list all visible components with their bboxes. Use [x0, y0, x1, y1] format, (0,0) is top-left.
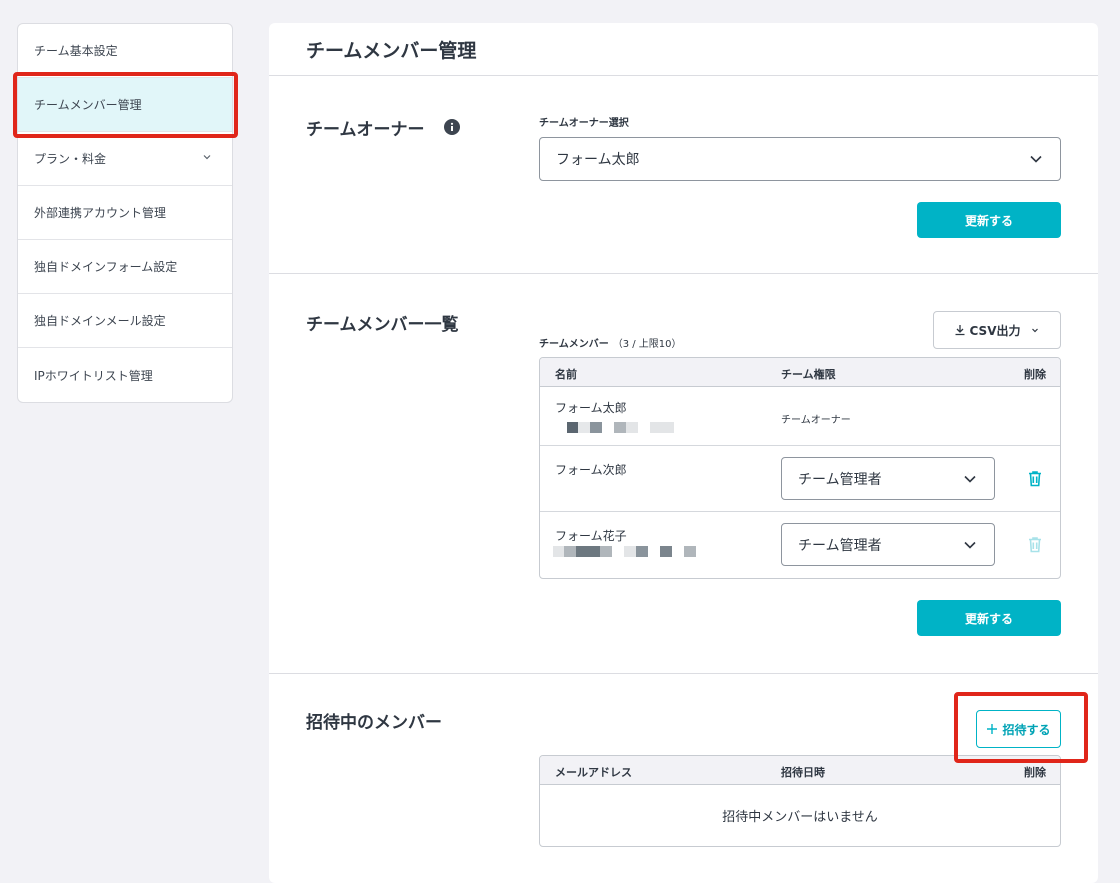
download-icon	[955, 325, 965, 336]
trash-icon[interactable]	[1027, 470, 1043, 487]
info-icon[interactable]	[444, 119, 460, 135]
members-table: 名前 チーム権限 削除 フォーム太郎 チームオーナー フォーム次郎 チーム管理者	[539, 357, 1061, 579]
empty-message: 招待中メンバーはいません	[722, 810, 878, 825]
sidebar-item-plan-pricing[interactable]: プラン・料金	[18, 132, 232, 186]
table-header: 名前 チーム権限 削除	[540, 358, 1060, 387]
members-count: （3 / 上限10）	[612, 339, 682, 350]
sidebar-item-custom-domain-mail[interactable]: 独自ドメインメール設定	[18, 294, 232, 348]
role-select-value: チーム管理者	[798, 471, 882, 488]
sidebar-item-label: 外部連携アカウント管理	[34, 206, 167, 220]
members-table-title: チームメンバー	[539, 339, 609, 350]
owner-select[interactable]: フォーム太郎	[539, 137, 1061, 181]
trash-icon[interactable]	[1027, 536, 1043, 553]
chevron-down-icon	[1030, 155, 1042, 163]
masked-email	[555, 422, 685, 433]
column-header-delete: 削除	[1024, 368, 1046, 381]
table-row: フォーム花子 チーム管理者	[540, 512, 1060, 578]
sidebar-item-label: チーム基本設定	[34, 44, 118, 58]
sidebar-item-label: プラン・料金	[34, 152, 107, 166]
highlight-box-sidebar	[13, 72, 238, 138]
section-title-owner: チームオーナー	[306, 120, 425, 140]
divider	[269, 75, 1098, 76]
divider	[269, 673, 1098, 674]
chevron-down-icon	[203, 155, 211, 160]
member-role: チームオーナー	[781, 415, 851, 426]
chevron-down-icon	[964, 541, 976, 549]
csv-export-button[interactable]: CSV出力	[933, 311, 1061, 349]
sidebar-item-external-accounts[interactable]: 外部連携アカウント管理	[18, 186, 232, 240]
sidebar-item-label: 独自ドメインメール設定	[34, 314, 166, 328]
member-name: フォーム次郎	[555, 463, 627, 477]
chevron-down-icon	[964, 475, 976, 483]
sidebar-item-label: 独自ドメインフォーム設定	[34, 260, 178, 274]
chevron-down-icon	[1032, 328, 1039, 333]
column-header-name: 名前	[555, 368, 577, 381]
column-header-email: メールアドレス	[555, 766, 632, 779]
section-title-invited: 招待中のメンバー	[306, 713, 442, 733]
column-header-date: 招待日時	[781, 766, 825, 779]
table-row: フォーム次郎 チーム管理者	[540, 446, 1060, 512]
sidebar-item-team-basic-settings[interactable]: チーム基本設定	[18, 24, 232, 78]
member-name: フォーム花子	[555, 529, 627, 543]
section-title-members: チームメンバー一覧	[306, 315, 459, 335]
masked-email	[553, 546, 705, 557]
sidebar-item-ip-whitelist[interactable]: IPホワイトリスト管理	[18, 348, 232, 402]
owner-select-label: チームオーナー選択	[539, 118, 629, 129]
owner-update-button[interactable]: 更新する	[917, 202, 1061, 238]
member-name: フォーム太郎	[555, 401, 627, 415]
role-select-value: チーム管理者	[798, 537, 882, 554]
csv-export-label: CSV出力	[969, 323, 1021, 338]
role-select[interactable]: チーム管理者	[781, 523, 995, 566]
members-update-button[interactable]: 更新する	[917, 600, 1061, 636]
page-title: チームメンバー管理	[306, 40, 477, 62]
divider	[269, 273, 1098, 274]
members-table-label: チームメンバー （3 / 上限10）	[539, 335, 682, 350]
owner-select-value: フォーム太郎	[556, 152, 640, 168]
highlight-box-invite	[954, 692, 1088, 763]
column-header-role: チーム権限	[781, 368, 836, 381]
invited-table: メールアドレス 招待日時 削除 招待中メンバーはいません	[539, 755, 1061, 847]
column-header-delete: 削除	[1024, 766, 1046, 779]
role-select[interactable]: チーム管理者	[781, 457, 995, 500]
table-row: フォーム太郎 チームオーナー	[540, 387, 1060, 446]
sidebar-item-custom-domain-form[interactable]: 独自ドメインフォーム設定	[18, 240, 232, 294]
sidebar-item-label: IPホワイトリスト管理	[34, 368, 153, 383]
